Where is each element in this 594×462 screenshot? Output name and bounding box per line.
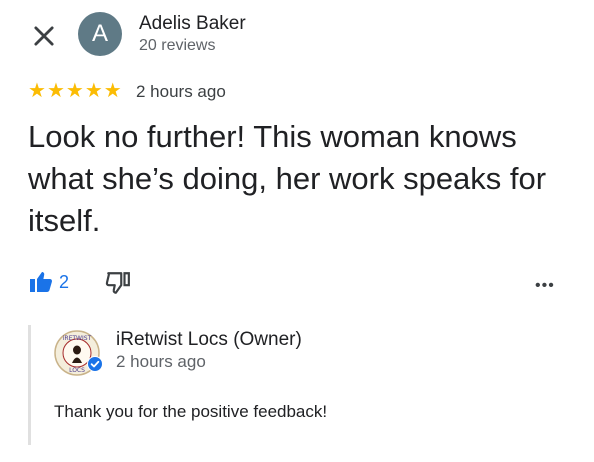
logo-text-top: iRETWIST xyxy=(63,335,92,342)
owner-reply-text: Thank you for the positive feedback! xyxy=(54,402,328,421)
like-count: 2 xyxy=(59,271,70,292)
star-icon: ★ xyxy=(65,80,84,102)
avatar[interactable]: A xyxy=(78,12,122,56)
owner-response-time: 2 hours ago xyxy=(116,352,206,371)
reviewer-review-count: 20 reviews xyxy=(139,37,216,54)
star-icon: ★ xyxy=(28,80,46,102)
star-icon: ★ xyxy=(84,80,103,102)
verified-check-icon xyxy=(87,356,103,372)
star-rating: ★ ★ ★ ★ ★ xyxy=(28,79,122,103)
owner-name[interactable]: iRetwist Locs (Owner) xyxy=(116,329,302,351)
like-button[interactable]: 2 xyxy=(29,270,69,294)
close-icon[interactable] xyxy=(30,22,58,50)
thumbs-down-icon[interactable] xyxy=(105,270,131,296)
more-options-icon[interactable]: ••• xyxy=(535,277,555,295)
reviewer-name[interactable]: Adelis Baker xyxy=(139,13,246,35)
reply-divider xyxy=(28,325,31,445)
logo-text-bottom: LOCS xyxy=(69,367,85,374)
review-time: 2 hours ago xyxy=(136,82,226,101)
star-icon: ★ xyxy=(103,80,122,102)
thumbs-up-icon xyxy=(30,272,52,292)
star-icon: ★ xyxy=(46,80,65,102)
review-text: Look no further! This woman knows what s… xyxy=(28,119,547,238)
